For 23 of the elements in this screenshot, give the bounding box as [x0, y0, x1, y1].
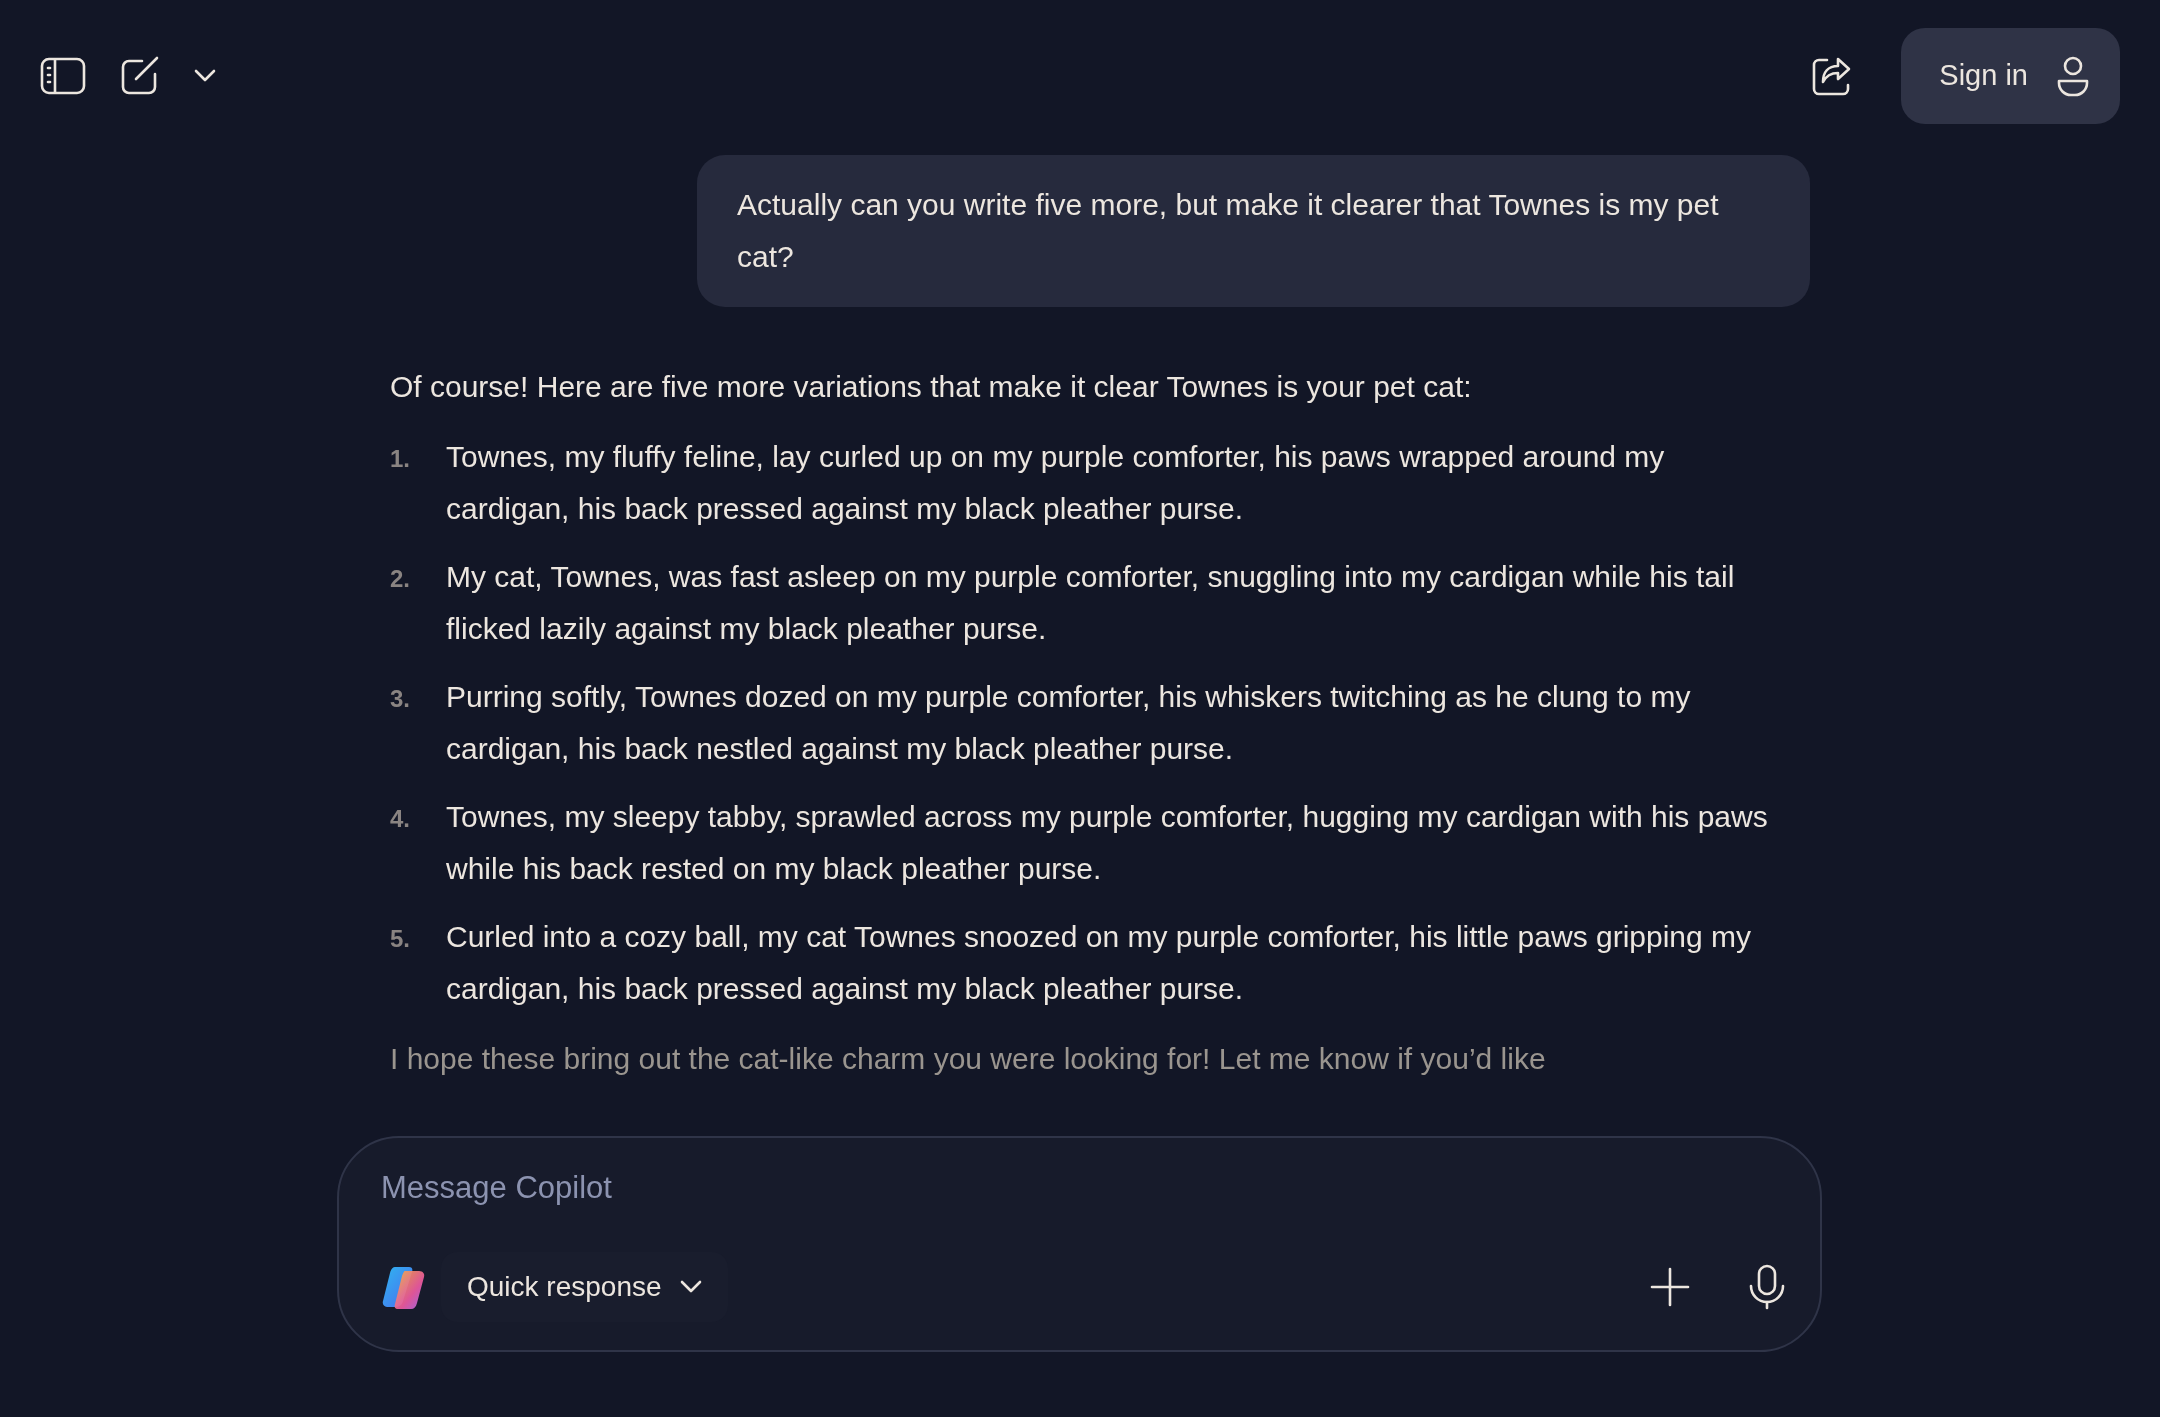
- logo-icon: [381, 1265, 427, 1309]
- new-chat-icon[interactable]: [120, 55, 160, 96]
- list-number: 4.: [390, 804, 411, 834]
- list-number: 2.: [390, 564, 411, 594]
- microphone-icon[interactable]: [1748, 1264, 1786, 1310]
- chevron-down-icon: [679, 1280, 702, 1294]
- response-intro: Of course! Here are five more variations that make it clear Townes is your pet cat:: [390, 369, 1473, 405]
- list-item-text: Purring softly, Townes dozed on my purple comforter, his whiskers twitching as he clung to my cardigan, his back nestled against my black pleather purse.: [446, 679, 1692, 767]
- list-number: 3.: [390, 684, 411, 714]
- chevron-down-icon[interactable]: [194, 68, 216, 83]
- sidebar-toggle-icon[interactable]: [40, 56, 86, 95]
- list-item-text: Townes, my fluffy feline, lay curled up on my purple comforter, his paws wrapped around my cardigan, his back pressed against my black pleather purse.: [446, 439, 1666, 527]
- list-number: 5.: [390, 924, 411, 954]
- user-icon: [2056, 54, 2090, 97]
- list-item-text: Townes, my sleepy tabby, sprawled across my purple comforter, hugging my cardigan with his paws while his back rested on my black pleather purse.: [446, 799, 1769, 887]
- response-closing: I hope these bring out the cat-like charm you were looking for! Let me know if you’d like: [390, 1041, 1547, 1077]
- add-icon[interactable]: [1650, 1267, 1690, 1307]
- message-input[interactable]: Message Copilot: [381, 1162, 1786, 1214]
- user-message: Actually can you write five more, but make it clearer that Townes is my pet cat?: [697, 155, 1810, 307]
- list-number: 1.: [390, 444, 411, 474]
- sign-in-button[interactable]: Sign in: [1901, 27, 2120, 124]
- list-item-text: My cat, Townes, was fast asleep on my purple comforter, snuggling into my cardigan while his tail flicked lazily against my black pleather purse.: [446, 559, 1736, 647]
- list-item-text: Curled into a cozy ball, my cat Townes snoozed on my purple comforter, his little paws gripping my cardigan, his back pressed against my black pleather purse.: [446, 919, 1753, 1007]
